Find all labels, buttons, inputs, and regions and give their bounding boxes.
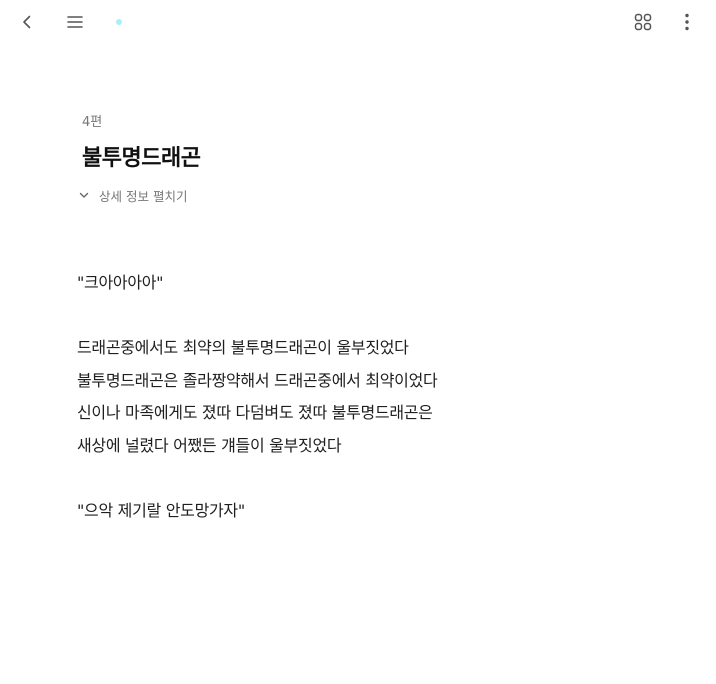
- back-button[interactable]: [13, 8, 41, 36]
- body-line: 새상에 널렸다 어쨌든 걔들이 울부짓었다: [77, 435, 342, 455]
- body-blank-line: [77, 462, 677, 495]
- body-blank-line: [77, 300, 677, 333]
- episode-header: 4편 불투명드래곤: [82, 114, 642, 174]
- body-line: 불투명드래곤은 졸라짱약해서 드래곤중에서 최약이었다: [77, 370, 438, 390]
- episode-body: "크아아아아" 드래곤중에서도 최약의 불투명드래곤이 울부짓었다 불투명드래곤…: [77, 267, 677, 527]
- episode-title: 불투명드래곤: [82, 146, 201, 171]
- episode-list-button[interactable]: [629, 8, 657, 36]
- body-line: "으악 제기랄 안도망가자": [77, 500, 245, 520]
- loading-indicator: [116, 19, 122, 25]
- more-vertical-icon: [685, 13, 689, 31]
- body-line: 드래곤중에서도 최약의 불투명드래곤이 울부짓었다: [77, 338, 409, 357]
- menu-button[interactable]: [61, 8, 89, 36]
- hamburger-menu-icon: [67, 16, 83, 28]
- more-options-button[interactable]: [673, 8, 701, 36]
- top-toolbar: [0, 0, 716, 44]
- grid-icon: [634, 13, 652, 31]
- chevron-left-icon: [23, 15, 31, 29]
- episode-number: 4편: [82, 115, 103, 130]
- details-toggle-label: 상세 정보 펼치기: [99, 188, 188, 204]
- details-toggle-button[interactable]: 상세 정보 펼치기: [77, 185, 187, 205]
- body-line: "크아아아아": [77, 273, 164, 292]
- body-line: 신이나 마족에게도 졌따 다덤벼도 졌따 불투명드래곤은: [77, 403, 433, 422]
- chevron-down-icon: [79, 192, 89, 198]
